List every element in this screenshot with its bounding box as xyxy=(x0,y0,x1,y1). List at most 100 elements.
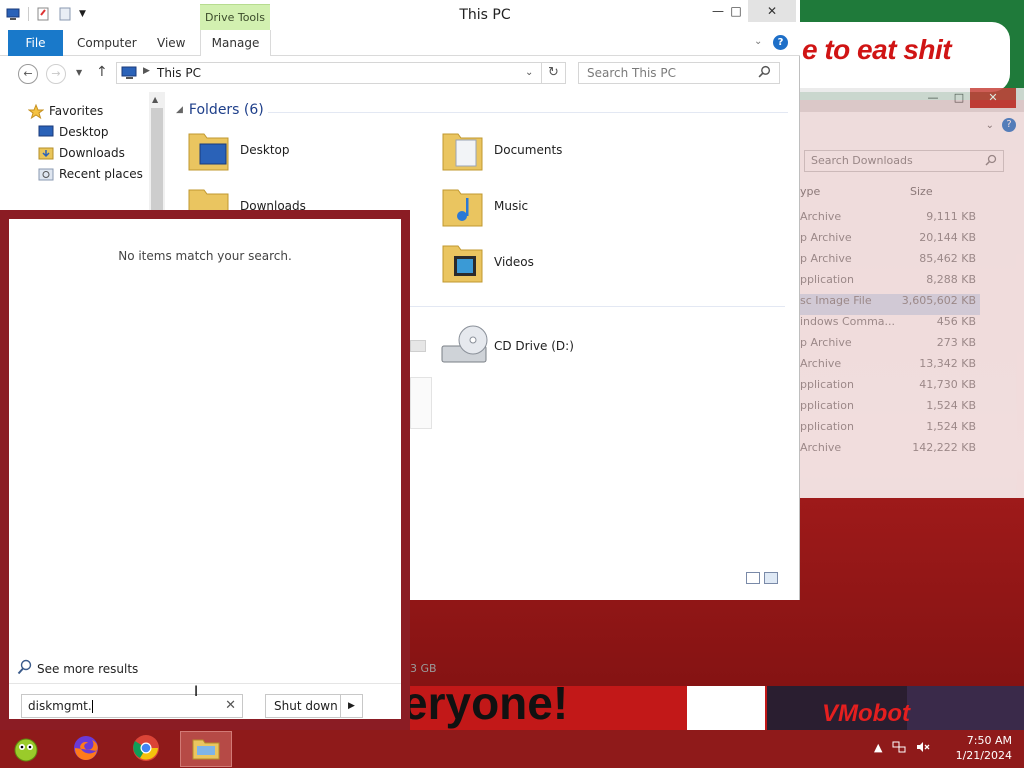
search-results-panel: No items match your search. See more res… xyxy=(9,219,401,719)
tab-file[interactable]: File xyxy=(8,30,63,56)
tab-computer[interactable]: Computer xyxy=(77,30,137,56)
wallpaper-brand-text: VMobot xyxy=(822,700,910,727)
details-view-icon[interactable] xyxy=(746,572,760,584)
file-type: p Archive xyxy=(800,231,852,244)
column-type[interactable]: ype xyxy=(800,185,820,198)
file-row[interactable]: p Archive 20,144 KB xyxy=(800,231,980,252)
file-size: 8,288 KB xyxy=(926,273,976,286)
scrollbar-thumb[interactable] xyxy=(151,108,163,212)
maximize-button[interactable]: □ xyxy=(722,0,750,22)
folder-music[interactable]: Music xyxy=(440,182,528,230)
file-explorer-taskbar-button[interactable] xyxy=(180,731,232,767)
clear-search-icon[interactable]: ✕ xyxy=(225,698,236,713)
chevron-down-icon[interactable]: ⌄ xyxy=(754,36,762,47)
chrome-taskbar-button[interactable] xyxy=(120,731,172,767)
start-search-input[interactable]: diskmgmt. ✕ xyxy=(21,694,243,718)
window-title: This PC xyxy=(459,7,511,23)
forward-button[interactable]: → xyxy=(46,64,66,84)
file-row[interactable]: p Archive 273 KB xyxy=(800,336,980,357)
shut-down-button[interactable]: Shut down ▶ xyxy=(265,694,363,718)
file-type: pplication xyxy=(800,273,854,286)
ribbon-tabs: File Computer View Manage ⌄ ? xyxy=(0,30,800,56)
clock-date: 1/21/2024 xyxy=(955,749,1012,762)
breadcrumb[interactable]: This PC xyxy=(157,66,201,80)
recent-locations-icon[interactable]: ▼ xyxy=(76,68,82,77)
folders-group-header[interactable]: ◢ Folders (6) xyxy=(176,102,788,118)
computer-icon xyxy=(121,66,139,83)
nav-item-desktop[interactable]: Desktop xyxy=(38,125,109,139)
nav-item-favorites[interactable]: Favorites xyxy=(27,103,103,120)
clock[interactable]: 7:50 AM 1/21/2024 xyxy=(956,733,1012,763)
address-bar[interactable]: ▶ This PC ⌄ xyxy=(116,62,542,84)
file-row[interactable]: pplication 41,730 KB xyxy=(800,378,980,399)
folder-documents[interactable]: Documents xyxy=(440,126,562,174)
file-row[interactable]: Archive 142,222 KB xyxy=(800,441,980,462)
file-row[interactable]: Archive 13,342 KB xyxy=(800,357,980,378)
file-size: 142,222 KB xyxy=(912,441,976,454)
column-size[interactable]: Size xyxy=(910,185,933,198)
folder-videos[interactable]: Videos xyxy=(440,238,534,286)
file-row[interactable]: p Archive 85,462 KB xyxy=(800,252,980,273)
close-button[interactable]: ✕ xyxy=(748,0,796,22)
start-button[interactable] xyxy=(0,731,52,767)
flyout-divider xyxy=(9,683,401,684)
search-icon xyxy=(985,154,997,169)
search-icon xyxy=(17,659,33,678)
wallpaper-bottom-text: eryone! xyxy=(402,686,569,729)
file-size: 20,144 KB xyxy=(919,231,976,244)
search-input[interactable]: Search This PC xyxy=(578,62,780,84)
help-icon[interactable]: ? xyxy=(773,35,788,50)
cd-drive-d[interactable]: CD Drive (D:) xyxy=(440,322,574,370)
downloads-window[interactable]: — □ ✕ ⌄ ? Search Downloads ype Size Arch… xyxy=(800,88,1024,498)
recent-places-icon xyxy=(38,167,54,181)
large-icons-view-icon[interactable] xyxy=(764,572,778,584)
file-row-selected[interactable]: sc Image File 3,605,602 KB xyxy=(800,294,980,315)
file-size: 456 KB xyxy=(936,315,976,328)
refresh-button[interactable]: ↻ xyxy=(542,62,566,84)
cd-drive-icon xyxy=(440,322,488,370)
scroll-up-arrow-icon[interactable]: ▲ xyxy=(152,95,158,104)
help-icon[interactable]: ? xyxy=(1002,118,1016,132)
breadcrumb-separator-icon[interactable]: ▶ xyxy=(143,66,150,76)
show-hidden-icons-icon[interactable]: ▲ xyxy=(874,741,882,756)
downloads-search-input[interactable]: Search Downloads xyxy=(804,150,1004,172)
file-size: 85,462 KB xyxy=(919,252,976,265)
downloads-close-button[interactable]: ✕ xyxy=(970,88,1016,108)
shut-down-label: Shut down xyxy=(274,699,338,713)
file-type: pplication xyxy=(800,378,854,391)
file-type: sc Image File xyxy=(800,294,872,307)
downloads-titlebar[interactable]: — □ ✕ xyxy=(800,88,1024,112)
chevron-down-icon[interactable]: ⌄ xyxy=(986,120,994,131)
wallpaper-top-text: e to eat shit xyxy=(802,34,952,65)
navigation-pane-scrollbar[interactable]: ▲ xyxy=(149,92,165,212)
volume-muted-icon[interactable] xyxy=(916,741,930,756)
downloads-search-placeholder: Search Downloads xyxy=(811,154,913,167)
file-row[interactable]: pplication 8,288 KB xyxy=(800,273,980,294)
file-type: Archive xyxy=(800,210,842,223)
shutdown-options-arrow-icon[interactable]: ▶ xyxy=(340,695,362,717)
file-row[interactable]: indows Comma... 456 KB xyxy=(800,315,980,336)
up-arrow-icon[interactable]: ↑ xyxy=(96,64,108,80)
folder-desktop[interactable]: Desktop xyxy=(186,126,290,174)
wallpaper-banner-bottom: eryone! VMobot xyxy=(402,686,1024,730)
firefox-taskbar-button[interactable] xyxy=(60,731,112,767)
network-icon[interactable] xyxy=(892,741,906,756)
file-type: p Archive xyxy=(800,336,852,349)
nav-item-recent-places[interactable]: Recent places xyxy=(38,167,143,181)
nav-item-downloads[interactable]: Downloads xyxy=(38,146,125,160)
clock-time: 7:50 AM xyxy=(966,734,1012,747)
file-row[interactable]: Archive 9,111 KB xyxy=(800,210,980,231)
tab-view[interactable]: View xyxy=(157,30,185,56)
file-row[interactable]: pplication 1,524 KB xyxy=(800,420,980,441)
collapse-triangle-icon[interactable]: ◢ xyxy=(176,105,183,115)
no-results-message: No items match your search. xyxy=(118,249,292,263)
tab-manage[interactable]: Manage xyxy=(200,30,271,56)
file-row[interactable]: pplication 1,524 KB xyxy=(800,399,980,420)
chevron-down-icon[interactable]: ⌄ xyxy=(525,67,533,78)
file-size: 1,524 KB xyxy=(926,399,976,412)
search-placeholder: Search This PC xyxy=(587,66,676,80)
back-button[interactable]: ← xyxy=(18,64,38,84)
window-titlebar[interactable]: ▼ Drive Tools This PC — □ ✕ xyxy=(0,0,800,32)
see-more-results-link[interactable]: See more results xyxy=(17,659,138,678)
downloads-folder-icon xyxy=(38,146,54,160)
